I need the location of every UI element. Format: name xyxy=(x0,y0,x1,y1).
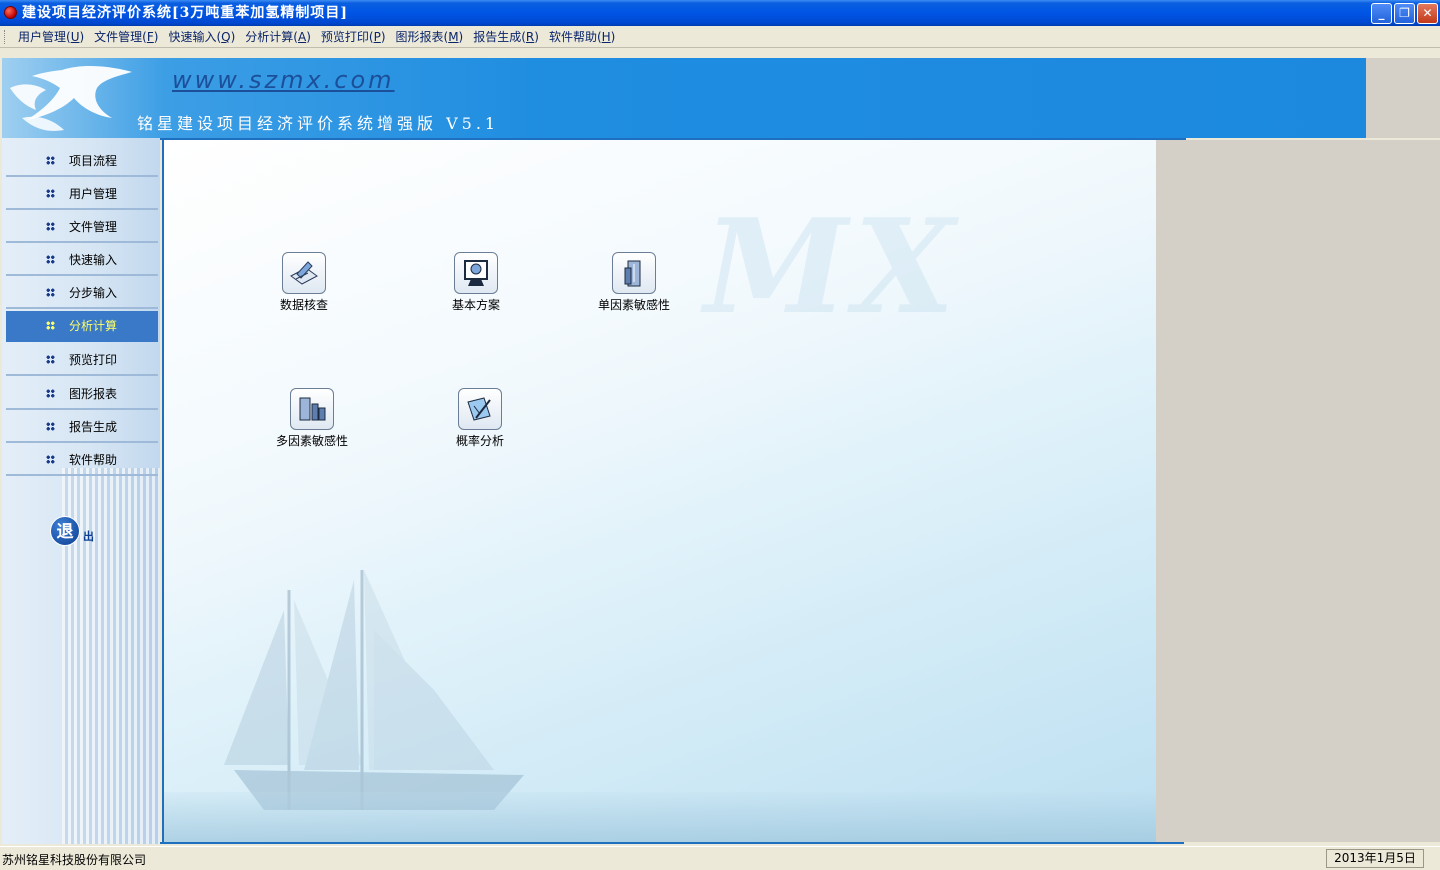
main-bottom-border xyxy=(160,842,1184,844)
single-factor-icon[interactable] xyxy=(612,252,656,294)
sidebar-item-label: 项目流程 xyxy=(69,154,118,168)
tool-label: 单因素敏感性 xyxy=(598,298,671,312)
sidebar-item-label: 软件帮助 xyxy=(69,453,118,467)
watermark-logo: MX xyxy=(704,190,961,343)
window-title: 建设项目经济评价系统[3万吨重苯加氢精制项目] xyxy=(22,5,348,21)
sidebar-item-label: 报告生成 xyxy=(69,420,118,434)
tool-label: 概率分析 xyxy=(456,434,505,448)
right-blank-area xyxy=(1156,140,1440,842)
status-date: 2013年1月5日 xyxy=(1326,849,1424,868)
close-button[interactable]: ✕ xyxy=(1417,3,1438,24)
tool-probability[interactable]: 概率分析 xyxy=(456,388,504,449)
bullet-icon xyxy=(46,422,55,431)
banner-product-title: 铭星建设项目经济评价系统增强版 V5.1 xyxy=(137,114,500,133)
tool-multi-factor[interactable]: 多因素敏感性 xyxy=(276,388,348,449)
sidebar-item-analysis[interactable]: 分析计算 xyxy=(6,311,158,342)
sidebar-item-charts[interactable]: 图形报表 xyxy=(6,379,158,410)
bullet-icon xyxy=(46,156,55,165)
menu-user[interactable]: 用户管理(U) xyxy=(13,28,89,45)
status-bar: 苏州铭星科技股份有限公司 2013年1月5日 xyxy=(0,846,1440,870)
menu-preview-print[interactable]: 预览打印(P) xyxy=(316,28,391,45)
sidebar-item-preview-print[interactable]: 预览打印 xyxy=(6,345,158,376)
menu-quick-input[interactable]: 快速输入(Q) xyxy=(163,28,240,45)
tool-single-factor[interactable]: 单因素敏感性 xyxy=(598,252,670,313)
probability-icon[interactable] xyxy=(458,388,502,430)
tool-label: 数据核查 xyxy=(280,298,329,312)
sidebar-item-report[interactable]: 报告生成 xyxy=(6,412,158,443)
basic-plan-icon[interactable] xyxy=(454,252,498,294)
menu-analysis[interactable]: 分析计算(A) xyxy=(240,28,316,45)
sidebar-item-step-input[interactable]: 分步输入 xyxy=(6,278,158,309)
tool-label: 基本方案 xyxy=(452,298,501,312)
restore-button[interactable]: ❐ xyxy=(1394,3,1415,24)
bullet-icon xyxy=(46,321,55,330)
sidebar-item-label: 分析计算 xyxy=(69,319,118,333)
data-check-icon[interactable] xyxy=(282,252,326,294)
menu-report[interactable]: 报告生成(R) xyxy=(468,28,544,45)
bullet-icon xyxy=(46,389,55,398)
sidebar-item-label: 预览打印 xyxy=(69,353,118,367)
sidebar-item-project-flow[interactable]: 项目流程 xyxy=(6,146,158,177)
bullet-icon xyxy=(46,222,55,231)
sidebar-item-file-management[interactable]: 文件管理 xyxy=(6,212,158,243)
sidebar-item-label: 图形报表 xyxy=(69,387,118,401)
main-panel: MX 数据核查 基本方案 单因素敏感性 多因素敏感性 概率分析 xyxy=(162,138,1156,842)
bullet-icon xyxy=(46,455,55,464)
menu-charts[interactable]: 图形报表(M) xyxy=(391,28,469,45)
minimize-button[interactable]: _ xyxy=(1371,3,1392,24)
title-bar[interactable]: 建设项目经济评价系统[3万吨重苯加氢精制项目] _ ❐ ✕ xyxy=(0,0,1440,26)
menu-bar: 用户管理(U) 文件管理(F) 快速输入(Q) 分析计算(A) 预览打印(P) … xyxy=(0,26,1440,48)
menu-grip xyxy=(4,29,7,44)
sidebar-item-label: 快速输入 xyxy=(69,253,118,267)
menu-help[interactable]: 软件帮助(H) xyxy=(544,28,620,45)
banner-right-blank xyxy=(1366,58,1440,138)
sidebar-item-label: 文件管理 xyxy=(69,220,118,234)
exit-icon[interactable]: 退 xyxy=(50,516,80,546)
sidebar-item-user-management[interactable]: 用户管理 xyxy=(6,179,158,210)
sidebar-item-quick-input[interactable]: 快速输入 xyxy=(6,245,158,276)
sidebar-item-help[interactable]: 软件帮助 xyxy=(6,445,158,476)
tool-label: 多因素敏感性 xyxy=(276,434,349,448)
bullet-icon xyxy=(46,288,55,297)
app-window: 建设项目经济评价系统[3万吨重苯加氢精制项目] _ ❐ ✕ 用户管理(U) 文件… xyxy=(0,0,1440,870)
tool-data-check[interactable]: 数据核查 xyxy=(280,252,328,313)
bullet-icon xyxy=(46,255,55,264)
app-icon[interactable] xyxy=(4,6,17,19)
banner-url: www.szmx.com xyxy=(172,66,395,94)
exit-label: 出 xyxy=(83,530,94,543)
sidebar-nav: 项目流程 用户管理 文件管理 快速输入 分步输入 分析计算 预览打印 图形报表 xyxy=(2,138,160,844)
company-name: 苏州铭星科技股份有限公司 xyxy=(2,853,147,867)
tool-basic-plan[interactable]: 基本方案 xyxy=(452,252,500,313)
sidebar-item-label: 分步输入 xyxy=(69,286,118,300)
header-banner: www.szmx.com 铭星建设项目经济评价系统增强版 V5.1 xyxy=(2,58,1366,138)
menu-file[interactable]: 文件管理(F) xyxy=(89,28,163,45)
bullet-icon xyxy=(46,355,55,364)
sidebar-item-label: 用户管理 xyxy=(69,187,118,201)
sea-background xyxy=(164,792,1156,842)
bullet-icon xyxy=(46,189,55,198)
exit-button[interactable]: 退 出 xyxy=(50,516,94,546)
multi-factor-icon[interactable] xyxy=(290,388,334,430)
